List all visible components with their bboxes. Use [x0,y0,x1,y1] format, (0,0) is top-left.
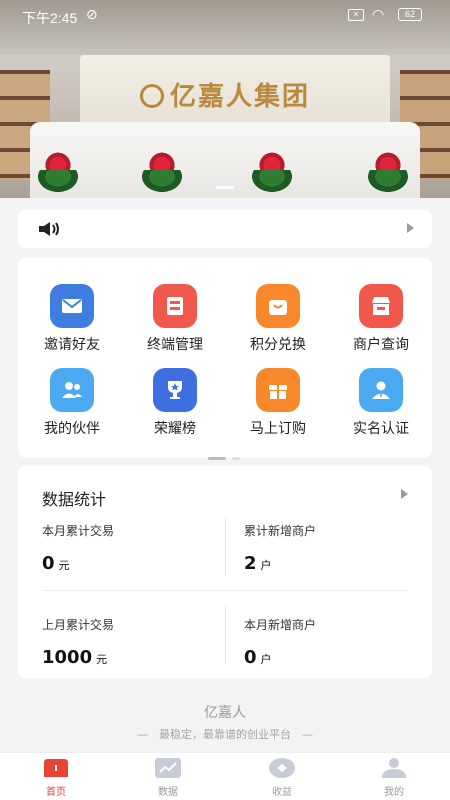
menu-item-real-name-auth[interactable]: 实名认证 [331,368,431,452]
tab-home[interactable]: 首页 [0,757,112,798]
stat-monthly-transactions: 本月累计交易 0元 [42,522,222,574]
tab-label: 我的 [384,787,404,798]
menu-item-honor-board[interactable]: 荣耀榜 [125,368,225,452]
tab-profile[interactable]: 我的 [338,757,450,798]
footer-brand: 亿嘉人 [204,705,246,721]
banner-page-indicator [216,186,234,189]
data-statistics-card[interactable]: 数据统计 本月累计交易 0元 累计新增商户 2户 上月累计交易 1000 元 本月… [18,466,432,678]
menu-item-invite-friends[interactable]: 邀请好友 [22,284,122,368]
stat-total-new-merchants: 累计新增商户 2户 [244,522,424,574]
tab-earnings[interactable]: 收益 [226,757,338,798]
stat-last-month-transactions: 上月累计交易 1000 元 [42,616,222,668]
menu-item-my-partners[interactable]: 我的伙伴 [22,368,122,452]
menu-item-merchant-query[interactable]: 商户查询 [331,284,431,368]
mail-icon [50,284,94,328]
status-bar: 下午2:45 ⊘ × ◠ 62 [0,0,450,32]
menu-page-indicator [208,445,246,464]
company-name: 亿嘉人集团 [169,82,310,112]
partners-icon [50,368,94,412]
stat-label: 上月累计交易 [42,618,115,632]
user-verify-icon [359,368,403,412]
function-menu: 邀请好友 终端管理 积分兑换 商户查询 我的伙伴 荣耀榜 马上订购 实名认证 [18,258,432,460]
stat-label: 本月新增商户 [244,618,317,632]
mute-icon: ⊘ [86,6,98,22]
company-logo: 亿嘉人集团 [0,76,450,113]
chevron-right-icon[interactable] [401,489,408,499]
trophy-icon [153,368,197,412]
divider [225,518,226,576]
wifi-icon: ◠ [372,6,385,22]
stat-value: 1000 [42,647,93,668]
menu-item-label: 马上订购 [250,421,306,437]
status-time: 下午2:45 [22,10,78,26]
plant-decoration [36,152,80,192]
stat-unit: 户 [260,653,272,666]
shopping-bag-icon [256,284,300,328]
stat-unit: 户 [260,559,272,572]
plant-decoration [250,152,294,192]
chart-icon [155,758,181,778]
menu-item-label: 荣耀榜 [154,421,196,437]
terminal-icon [153,284,197,328]
tab-label: 收益 [272,787,292,798]
plant-decoration [366,152,410,192]
tab-label: 数据 [158,787,178,798]
pager-dot [232,457,240,460]
stat-unit: 元 [96,653,108,666]
menu-item-points-exchange[interactable]: 积分兑换 [228,284,328,368]
bottom-tab-bar: 首页 数据 收益 我的 [0,752,450,800]
divider [225,606,226,664]
sim-icon: × [348,9,364,21]
pager-dot-active [208,457,226,460]
store-icon [359,284,403,328]
footer-slogan: — 最稳定，最靠谱的创业平台 — [137,728,313,741]
divider [42,590,408,591]
menu-item-label: 邀请好友 [44,337,100,353]
profile-icon [382,758,406,778]
menu-item-label: 我的伙伴 [44,421,100,437]
menu-item-label: 商户查询 [353,337,409,353]
menu-item-terminal-management[interactable]: 终端管理 [125,284,225,368]
tab-data[interactable]: 数据 [112,757,224,798]
stat-label: 本月累计交易 [42,524,115,538]
stats-title: 数据统计 [42,490,107,509]
battery-icon: 62 [398,8,422,21]
speaker-icon [39,222,59,236]
tab-label: 首页 [46,787,66,798]
stat-value: 2 [244,553,257,574]
menu-item-label: 终端管理 [147,337,203,353]
gift-icon [256,368,300,412]
stat-value: 0 [42,553,55,574]
menu-item-label: 实名认证 [353,421,409,437]
menu-item-order-now[interactable]: 马上订购 [228,368,328,452]
stat-label: 累计新增商户 [244,524,317,538]
earnings-icon [269,758,295,778]
home-icon [44,759,68,777]
stat-value: 0 [244,647,257,668]
menu-item-label: 积分兑换 [250,337,306,353]
stat-unit: 元 [58,559,70,572]
plant-decoration [140,152,184,192]
company-logo-mark [139,84,164,108]
chevron-right-icon[interactable] [407,223,414,233]
announcement-bar[interactable] [18,210,432,248]
stat-monthly-new-merchants: 本月新增商户 0户 [244,616,424,668]
